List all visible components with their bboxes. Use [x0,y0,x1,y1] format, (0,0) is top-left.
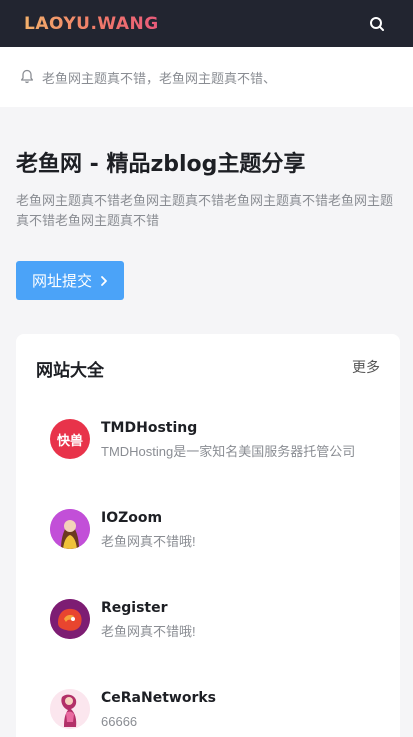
search-icon[interactable] [365,12,389,36]
site-info: Register 老鱼网真不错哦! [101,598,196,641]
site-desc: 66666 [101,713,138,729]
hero-section: 老鱼网 - 精品zblog主题分享 老鱼网主题真不错老鱼网主题真不错老鱼网主题真… [0,107,413,300]
sites-card: 网站大全 更多 快兽 TMDHosting TMDHosting是一家知名美国服… [16,334,400,737]
site-logo[interactable]: LAOYU.WANG [24,14,159,34]
site-info: IOZoom 老鱼网真不错哦! [101,508,196,551]
sites-card-header: 网站大全 更多 [36,334,380,400]
site-name: CeRaNetworks [101,689,217,706]
more-link[interactable]: 更多 [352,357,380,377]
submit-site-button[interactable]: 网址提交 [16,261,125,300]
tmdhosting-logo-text: 快兽 [56,433,83,449]
page-description: 老鱼网主题真不错老鱼网主题真不错老鱼网主题真不错老鱼网主题真不错老鱼网主题真不错 [16,193,394,228]
site-item-iozoom[interactable]: IOZoom 老鱼网真不错哦! [36,484,380,574]
site-name: IOZoom [101,509,163,526]
top-navbar: LAOYU.WANG [0,0,413,47]
site-desc: 老鱼网真不错哦! [101,623,196,639]
site-name: TMDHosting [101,419,198,436]
site-item-ceranetworks[interactable]: CeRaNetworks 66666 [36,664,380,737]
site-desc: 老鱼网真不错哦! [101,533,196,549]
ceranetworks-avatar-icon [50,689,90,729]
page: LAOYU.WANG 老鱼网主题真不错，老鱼网主题真不错、 老鱼网 - 精品zb… [0,0,413,737]
tmdhosting-logo-icon: 快兽 [50,419,90,459]
chevron-right-icon [100,275,108,287]
site-info: CeRaNetworks 66666 [101,688,216,731]
iozoom-avatar-icon [50,509,90,549]
submit-site-label: 网址提交 [32,273,93,290]
site-item-register[interactable]: Register 老鱼网真不错哦! [36,574,380,664]
sites-card-title: 网站大全 [36,360,104,381]
notice-bar: 老鱼网主题真不错，老鱼网主题真不错、 [0,47,413,107]
notice-text[interactable]: 老鱼网主题真不错，老鱼网主题真不错、 [42,68,276,87]
page-title: 老鱼网 - 精品zblog主题分享 [16,152,306,177]
site-desc: TMDHosting是一家知名美国服务器托管公司 [101,443,356,459]
site-info: TMDHosting TMDHosting是一家知名美国服务器托管公司 [101,418,355,461]
site-name: Register [101,599,168,616]
site-list: 快兽 TMDHosting TMDHosting是一家知名美国服务器托管公司 I… [36,394,380,737]
site-item-tmdhosting[interactable]: 快兽 TMDHosting TMDHosting是一家知名美国服务器托管公司 [36,394,380,484]
register-avatar-icon [50,599,90,639]
bell-icon [20,69,36,85]
